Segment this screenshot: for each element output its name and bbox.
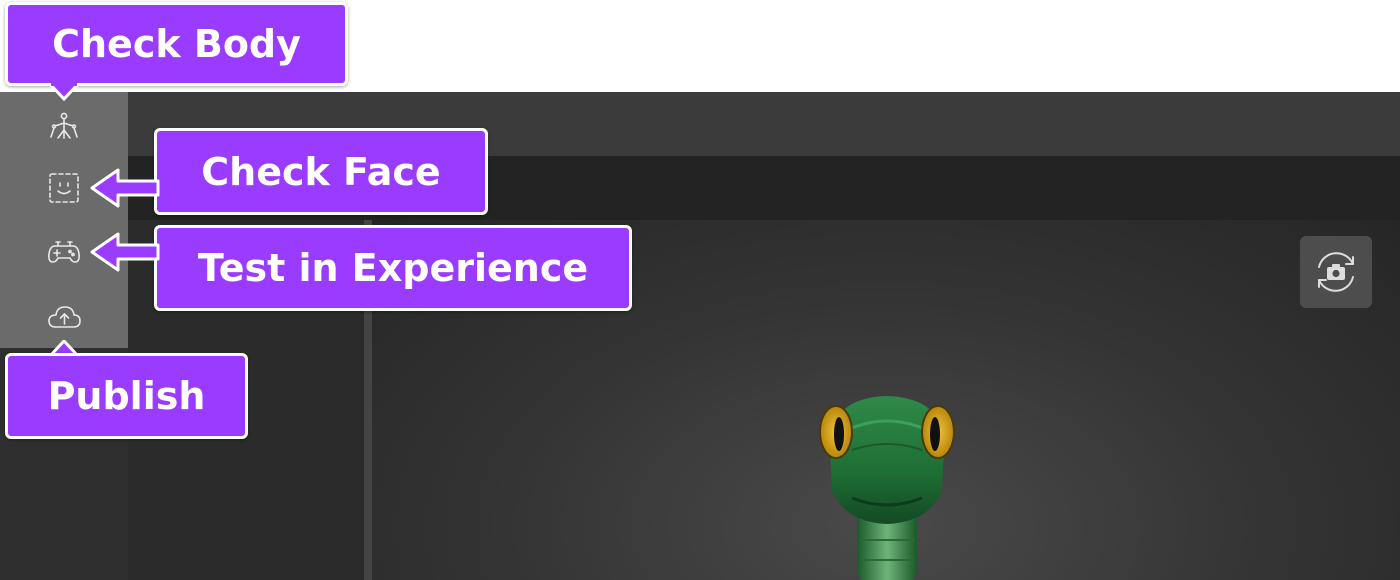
test-in-experience-callout: Test in Experience (154, 225, 632, 311)
test-in-experience-label: Test in Experience (197, 246, 589, 290)
check-body-callout: Check Body (5, 2, 348, 86)
publish-button[interactable] (40, 294, 88, 342)
vertical-toolbar (0, 92, 128, 348)
face-frame-icon (49, 173, 79, 203)
check-body-label: Check Body (52, 22, 301, 66)
check-face-button[interactable] (40, 164, 88, 212)
body-rig-icon (50, 112, 78, 139)
publish-label: Publish (47, 374, 206, 418)
gamepad-icon (48, 241, 80, 263)
cloud-upload-icon (48, 306, 81, 328)
test-in-experience-button[interactable] (40, 228, 88, 276)
check-face-label: Check Face (201, 149, 441, 194)
rotate-camera-icon (1318, 252, 1354, 292)
check-body-pointer (47, 83, 81, 101)
test-in-experience-arrow (90, 232, 160, 272)
publish-callout: Publish (5, 353, 248, 439)
check-face-arrow (90, 168, 160, 208)
check-face-callout: Check Face (154, 128, 488, 215)
check-body-button[interactable] (40, 102, 88, 150)
reset-camera-button[interactable] (1300, 236, 1372, 308)
snake-avatar-model (819, 396, 955, 580)
